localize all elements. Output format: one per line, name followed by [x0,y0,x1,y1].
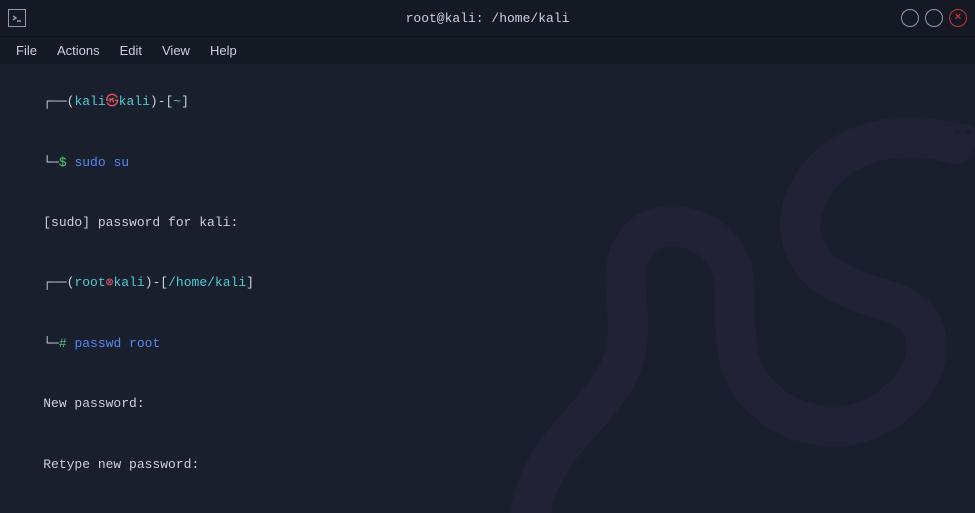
terminal-line-7: Retype new password: [12,435,963,495]
terminal-body[interactable]: ┌──(kali㉿kali)-[~] └─$ sudo su [sudo] pa… [0,64,975,513]
terminal-line-8: passwd: password updated successfully [12,495,963,513]
menu-item-actions[interactable]: Actions [47,41,110,60]
menu-item-edit[interactable]: Edit [110,41,152,60]
titlebar-left [8,9,36,27]
close-button[interactable]: × [949,9,967,27]
terminal-icon [8,9,26,27]
window-controls: × [901,9,967,27]
terminal-line-2: └─$ sudo su [12,132,963,192]
window-title: root@kali: /home/kali [406,11,570,26]
terminal-line-5: └─# passwd root [12,314,963,374]
menu-item-file[interactable]: File [6,41,47,60]
titlebar: root@kali: /home/kali × [0,0,975,36]
menu-item-view[interactable]: View [152,41,200,60]
menubar: FileActionsEditViewHelp [0,36,975,64]
maximize-button[interactable] [925,9,943,27]
terminal-line-3: [sudo] password for kali: [12,193,963,253]
terminal-line-4: ┌──(root⊗kali)-[/home/kali] [12,253,963,313]
menu-item-help[interactable]: Help [200,41,247,60]
minimize-button[interactable] [901,9,919,27]
terminal-line-6: New password: [12,374,963,434]
terminal-line-1: ┌──(kali㉿kali)-[~] [12,72,963,132]
